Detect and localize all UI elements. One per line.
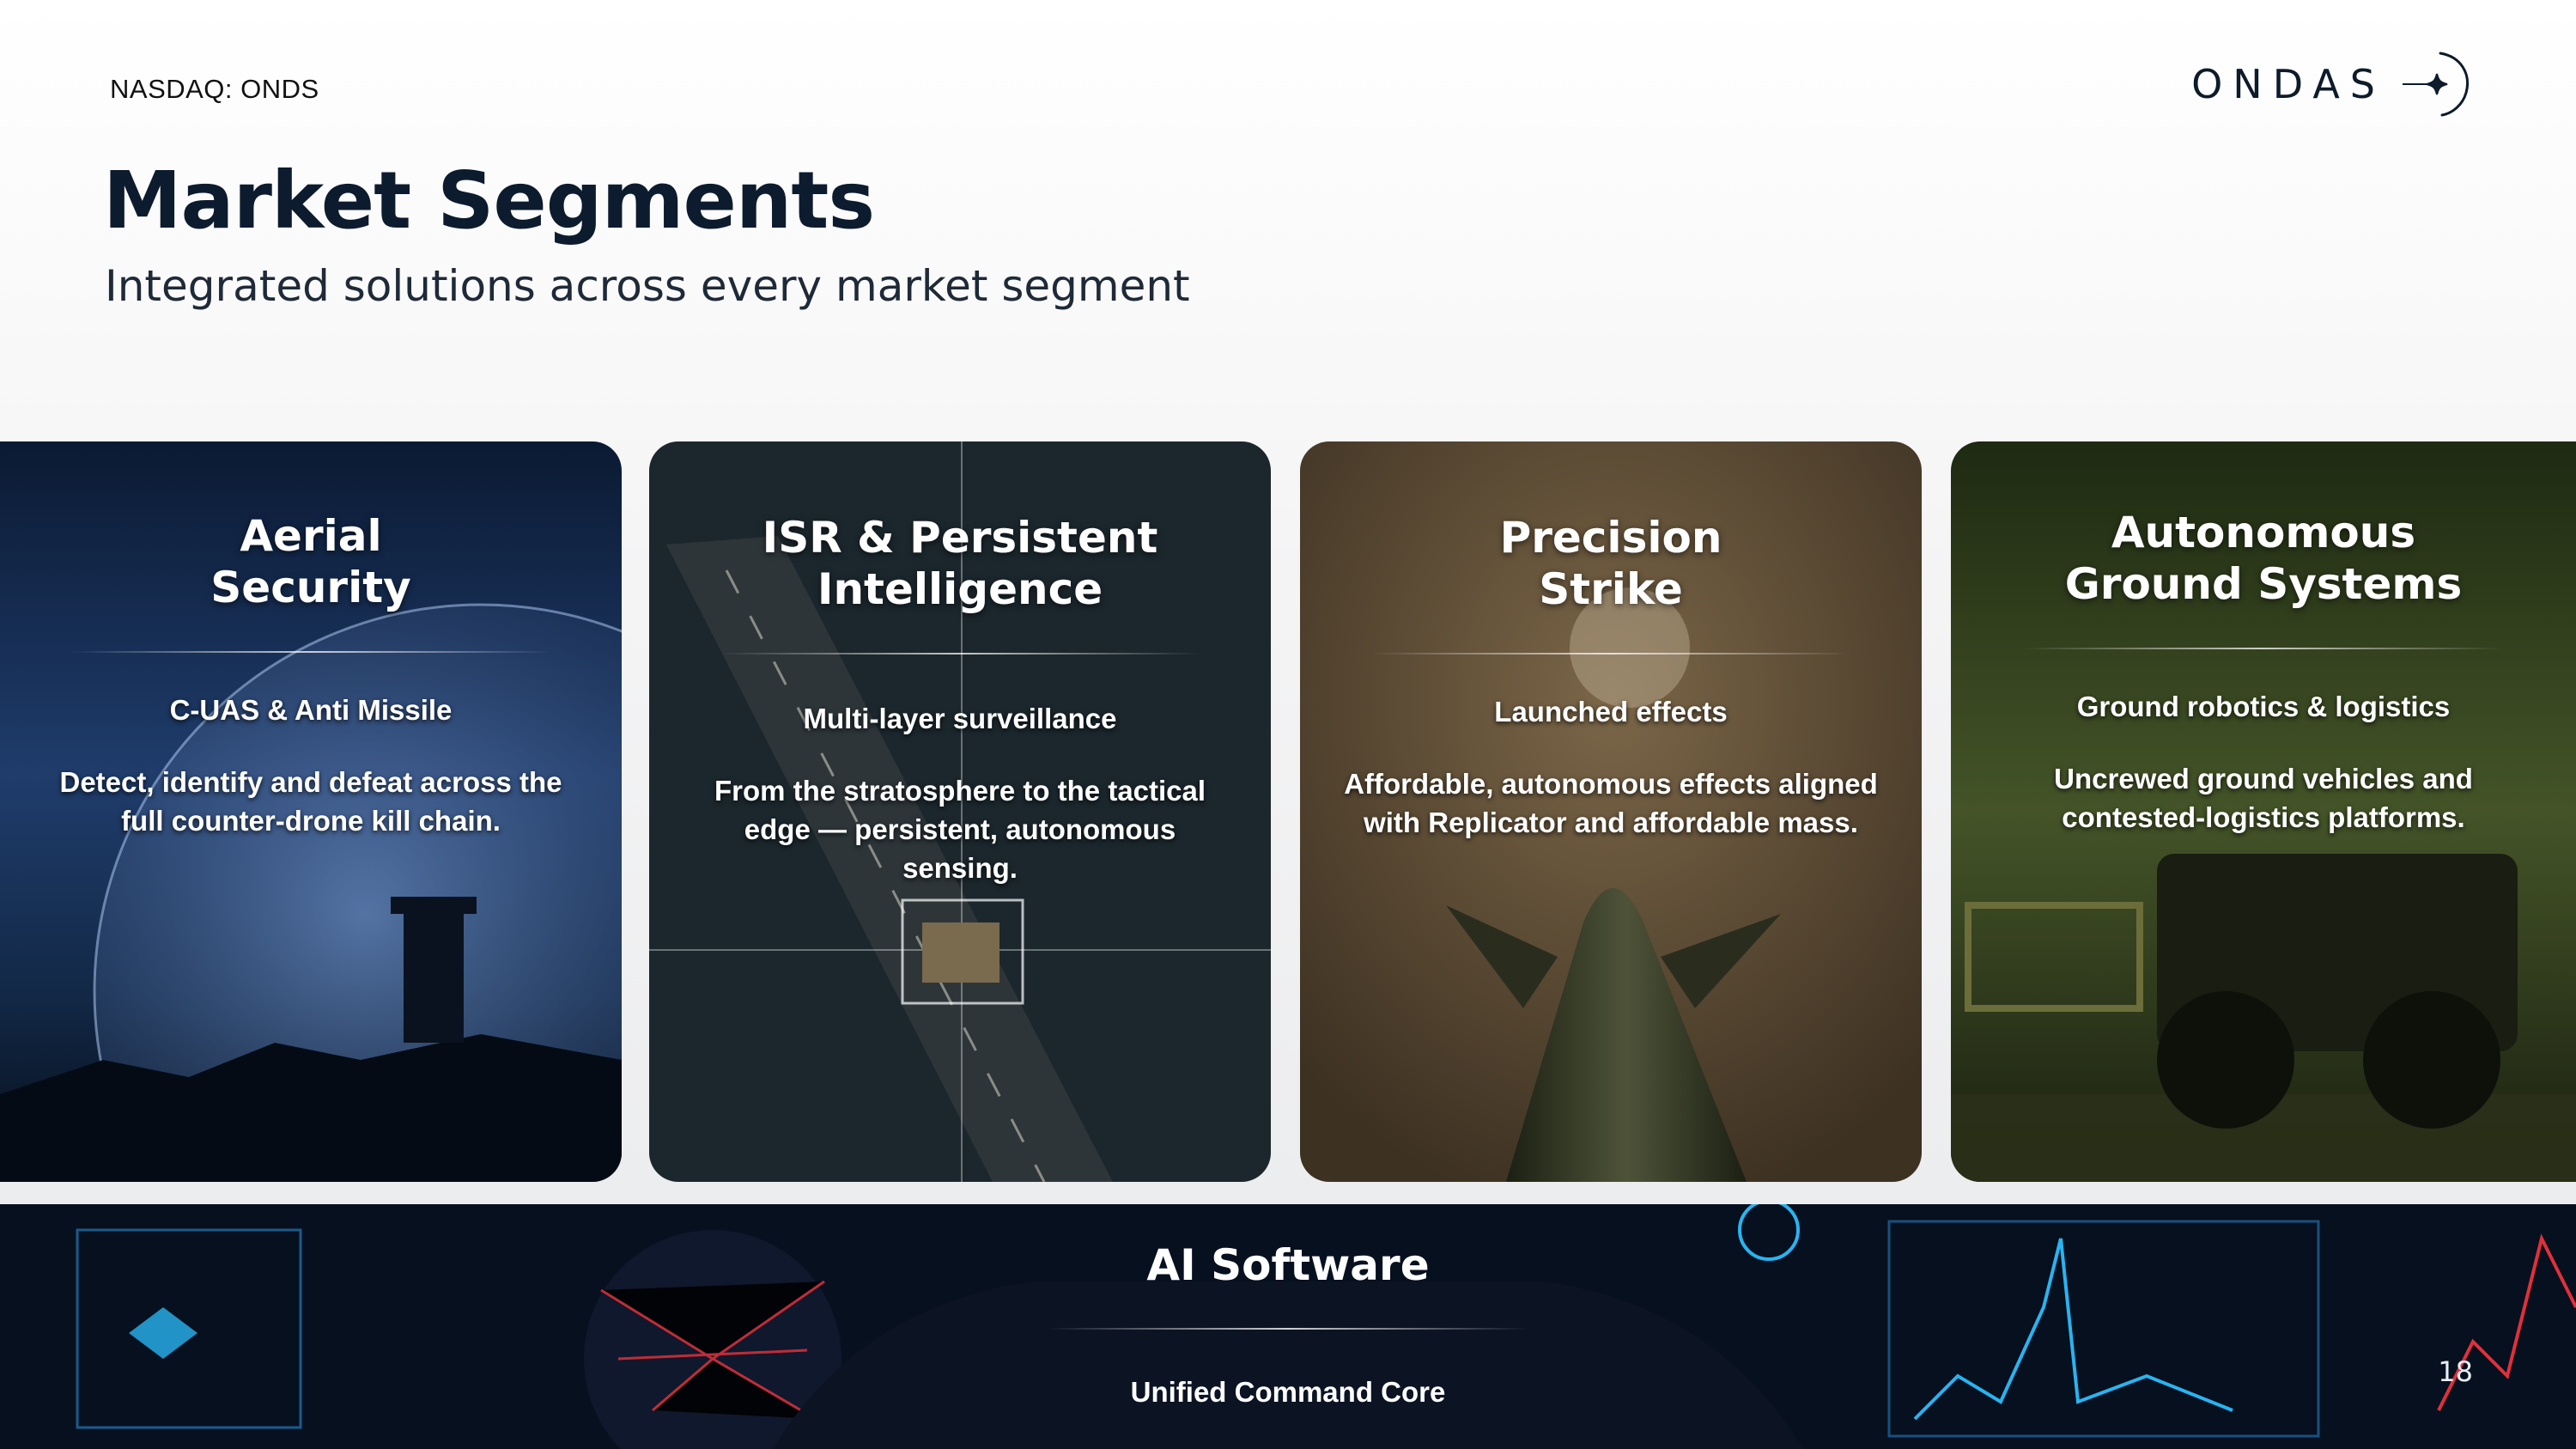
ondas-logo: ONDAS: [2191, 48, 2473, 120]
card-tagline: C-UAS & Anti Missile: [169, 694, 453, 726]
card-divider: [720, 653, 1200, 654]
card-divider: [1370, 653, 1851, 654]
segment-card-autonomous-ground[interactable]: Autonomous Ground Systems Ground robotics…: [1951, 441, 2576, 1182]
card-divider: [2023, 648, 2504, 649]
logo-text: ONDAS: [2191, 61, 2385, 107]
panel-tagline: Unified Command Core: [1130, 1376, 1446, 1408]
page-subtitle: Integrated solutions across every market…: [105, 261, 1190, 311]
segment-card-isr-intelligence[interactable]: ISR & Persistent Intelligence Multi-layer…: [649, 441, 1271, 1182]
card-title-line2: Intelligence: [817, 564, 1103, 614]
card-title-line1: Autonomous: [2111, 508, 2416, 557]
card-title-line2: Strike: [1539, 564, 1683, 614]
card-description: Affordable, autonomous effects aligned w…: [1344, 768, 1878, 838]
card-title-line2: Ground Systems: [2064, 559, 2463, 609]
panel-divider: [1048, 1328, 1528, 1330]
card-title-line2: Security: [210, 563, 411, 612]
segment-card-precision-strike[interactable]: Precision Strike Launched effects Afforda…: [1300, 441, 1922, 1182]
card-description: From the stratosphere to the tactical ed…: [714, 775, 1206, 884]
card-description: Detect, identify and defeat across the f…: [59, 766, 562, 837]
card-tagline: Launched effects: [1494, 696, 1728, 728]
card-title-line1: ISR & Persistent: [762, 513, 1158, 563]
card-description: Uncrewed ground vehicles and contested-l…: [2054, 763, 2473, 833]
card-title-line1: Aerial: [240, 511, 382, 561]
ticker-label: NASDAQ: ONDS: [110, 74, 319, 104]
card-tagline: Ground robotics & logistics: [2076, 691, 2451, 722]
card-divider: [70, 651, 551, 653]
page-title: Market Segments: [103, 155, 875, 247]
panel-title: AI Software: [1146, 1240, 1430, 1290]
star-orbit-icon: [2403, 52, 2469, 117]
segment-card-aerial-security[interactable]: Aerial Security C-UAS & Anti Missile Dete…: [0, 441, 622, 1182]
card-tagline: Multi-layer surveillance: [803, 703, 1117, 734]
card-title-line1: Precision: [1499, 513, 1722, 563]
page-number: 18: [2438, 1355, 2473, 1388]
ai-software-panel[interactable]: AI Software Unified Command Core: [0, 1204, 2576, 1449]
